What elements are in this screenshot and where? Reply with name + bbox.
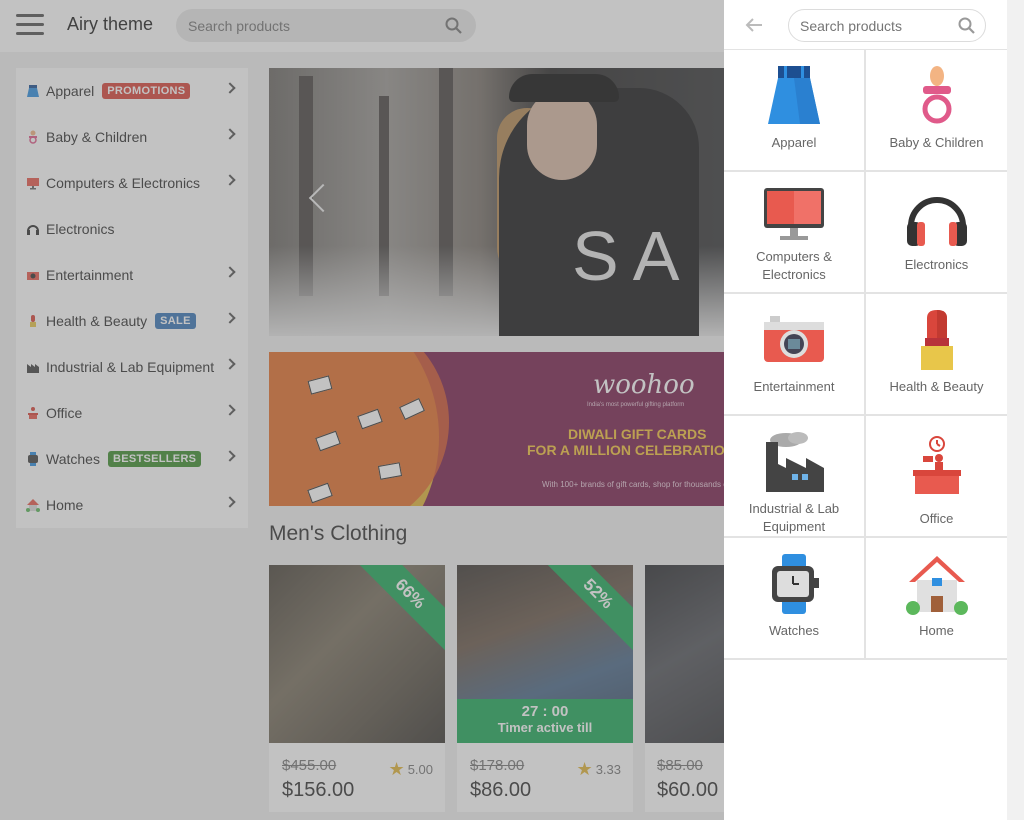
category-label: Entertainment bbox=[753, 379, 835, 394]
category-tile-watches[interactable]: Watches bbox=[724, 538, 866, 660]
category-tile-electronics[interactable]: Electronics bbox=[866, 172, 1007, 294]
back-arrow-icon[interactable] bbox=[744, 15, 764, 35]
category-tile-entertainment[interactable]: Entertainment bbox=[724, 294, 866, 416]
pacifier-icon bbox=[922, 66, 951, 124]
camera-icon bbox=[764, 316, 824, 362]
house-icon bbox=[905, 556, 968, 615]
drawer-search-input[interactable] bbox=[789, 10, 949, 41]
category-label: Home bbox=[919, 623, 954, 638]
category-tile-health-beauty[interactable]: Health & Beauty bbox=[866, 294, 1007, 416]
category-label: Health & Beauty bbox=[889, 379, 984, 394]
drawer-backdrop[interactable] bbox=[0, 0, 724, 820]
category-label: Office bbox=[919, 511, 954, 526]
category-label: Industrial & Lab Equipment bbox=[748, 501, 840, 534]
page-scrollbar[interactable] bbox=[1007, 0, 1024, 820]
search-icon[interactable] bbox=[958, 17, 975, 34]
category-tile-apparel[interactable]: Apparel bbox=[724, 50, 866, 172]
category-tile-industrial-lab-equipment[interactable]: Industrial & Lab Equipment bbox=[724, 416, 866, 538]
monitor-icon bbox=[764, 188, 824, 240]
office-desk-icon bbox=[912, 436, 961, 494]
category-label: Computers & Electronics bbox=[756, 249, 832, 282]
headphones-icon bbox=[906, 197, 967, 246]
skirt-icon bbox=[768, 66, 820, 124]
factory-icon bbox=[766, 432, 824, 492]
category-tile-baby-children[interactable]: Baby & Children bbox=[866, 50, 1007, 172]
category-label: Apparel bbox=[771, 135, 817, 150]
category-label: Baby & Children bbox=[889, 135, 984, 150]
watch-icon bbox=[772, 554, 819, 614]
category-label: Electronics bbox=[904, 257, 969, 272]
drawer-search bbox=[788, 9, 986, 42]
category-tile-computers-electronics[interactable]: Computers & Electronics bbox=[724, 172, 866, 294]
drawer-header bbox=[724, 0, 1007, 50]
category-tile-office[interactable]: Office bbox=[866, 416, 1007, 538]
category-label: Watches bbox=[768, 623, 820, 638]
category-tile-home[interactable]: Home bbox=[866, 538, 1007, 660]
category-drawer: Apparel Baby & Children Computers & Elec… bbox=[724, 0, 1007, 820]
lipstick-icon bbox=[920, 310, 953, 370]
